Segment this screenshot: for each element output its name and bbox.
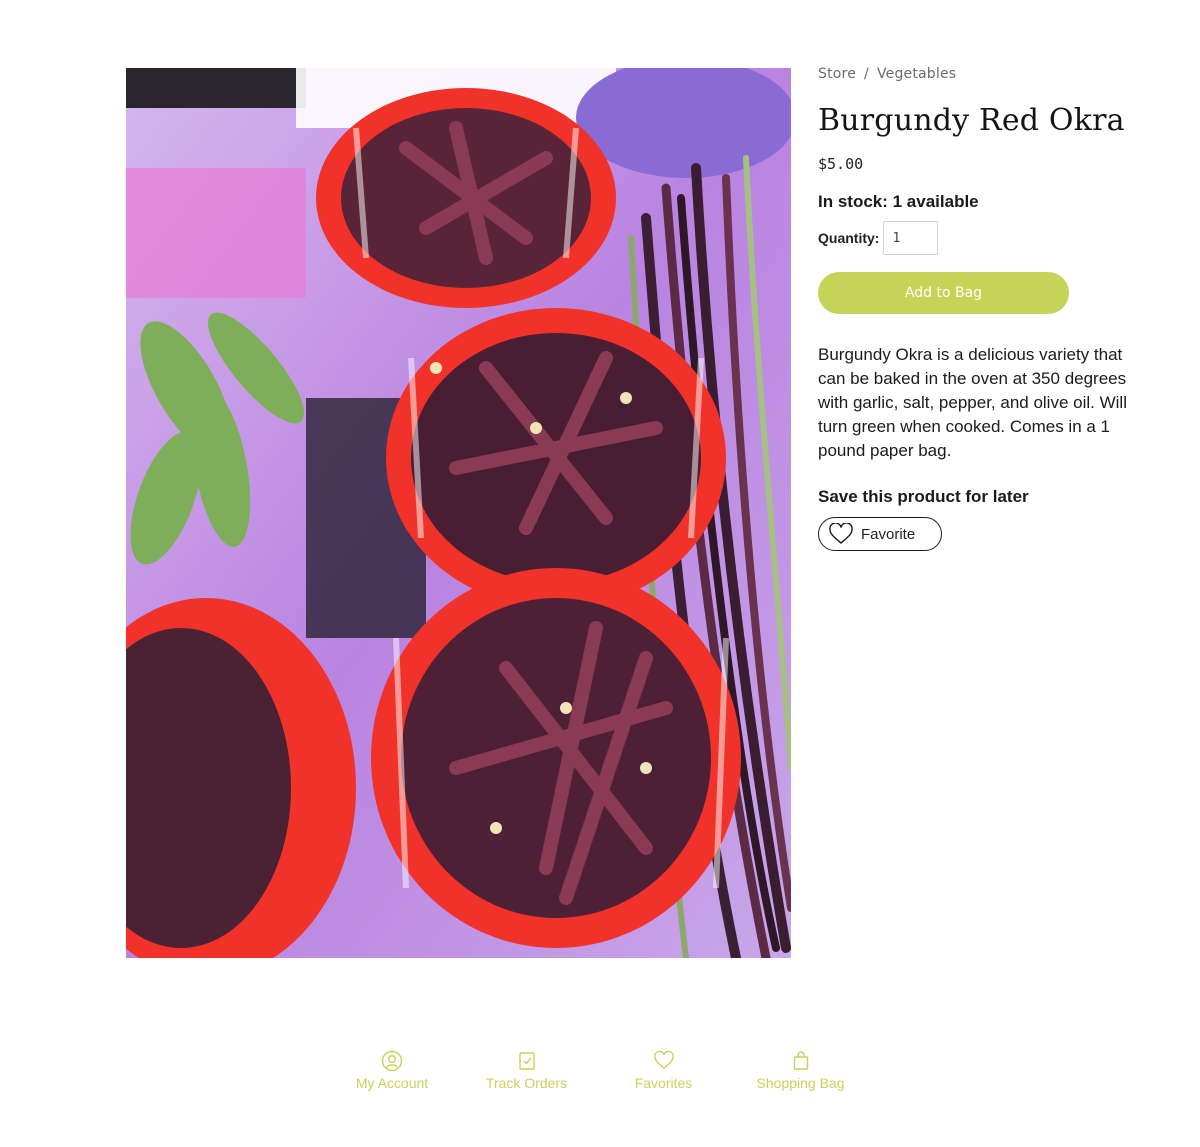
product-page: Store / Vegetables Burgundy Red Okra $5.… xyxy=(0,0,1200,1147)
product-description: Burgundy Okra is a delicious variety tha… xyxy=(818,345,1127,460)
nav-favorites[interactable]: Favorites xyxy=(624,1050,704,1091)
nav-track-orders[interactable]: Track Orders xyxy=(472,1050,582,1091)
breadcrumb-separator: / xyxy=(864,66,869,82)
nav-label: Shopping Bag xyxy=(756,1075,845,1091)
favorite-label: Favorite xyxy=(861,525,916,543)
nav-label: Track Orders xyxy=(485,1075,568,1091)
quantity-label: Quantity: xyxy=(818,230,880,246)
heart-icon xyxy=(653,1050,674,1069)
quantity-row: Quantity: xyxy=(818,221,1158,255)
breadcrumb-store[interactable]: Store xyxy=(818,66,856,82)
product-title: Burgundy Red Okra xyxy=(818,103,1125,138)
product-image[interactable] xyxy=(126,68,791,958)
shopping-bag-icon xyxy=(793,1051,808,1070)
favorite-button[interactable]: Favorite xyxy=(818,517,942,551)
save-for-later-heading: Save this product for later xyxy=(818,487,1029,506)
heart-icon xyxy=(829,523,853,544)
add-to-bag-button[interactable]: Add to Bag xyxy=(818,272,1069,314)
quantity-input[interactable] xyxy=(883,221,939,255)
account-icon xyxy=(381,1050,403,1072)
product-details: Store / Vegetables Burgundy Red Okra $5.… xyxy=(818,66,1158,551)
track-orders-icon xyxy=(518,1052,535,1070)
okra-baskets-photo xyxy=(126,68,791,958)
nav-shopping-bag[interactable]: Shopping Bag xyxy=(746,1050,856,1091)
footer-nav: My Account Track Orders Favorites Shoppi… xyxy=(0,1050,1200,1091)
breadcrumb-vegetables[interactable]: Vegetables xyxy=(877,66,956,82)
stock-status: In stock: 1 available xyxy=(818,192,979,211)
nav-label: Favorites xyxy=(634,1075,693,1091)
nav-label: My Account xyxy=(355,1075,429,1091)
product-price: $5.00 xyxy=(818,155,864,173)
breadcrumb: Store / Vegetables xyxy=(818,66,1158,82)
nav-my-account[interactable]: My Account xyxy=(345,1050,440,1091)
